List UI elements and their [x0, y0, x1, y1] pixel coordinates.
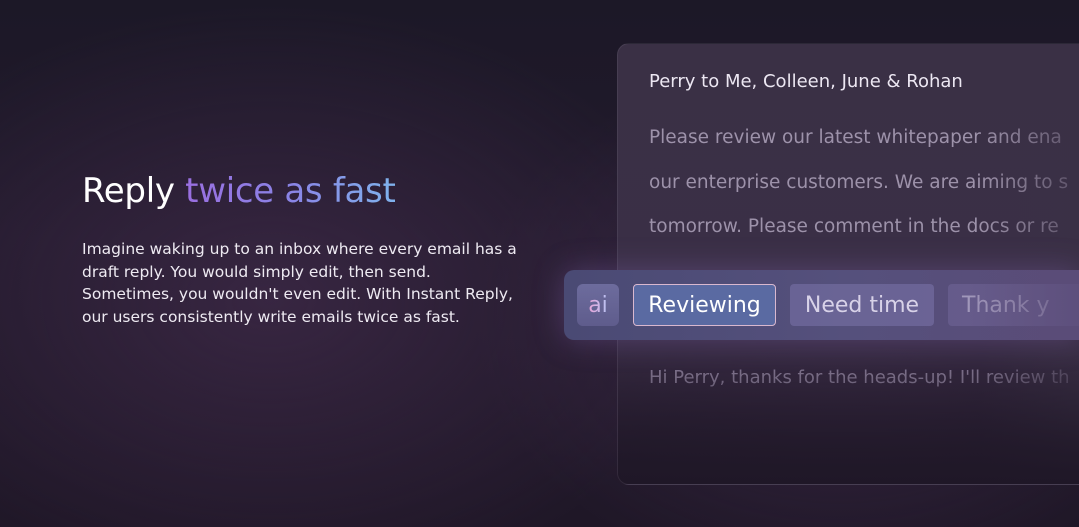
email-body-line-1: Please review our latest whitepaper and … [649, 127, 1062, 148]
headline-highlight: twice as fast [185, 171, 396, 211]
email-sender-line: Perry to Me, Colleen, June & Rohan [649, 71, 963, 92]
hero-description: Imagine waking up to an inbox where ever… [82, 240, 517, 326]
ai-badge-label: ai [588, 292, 608, 318]
draft-reply-text[interactable]: Hi Perry, thanks for the heads-up! I'll … [649, 367, 1070, 388]
headline: Reply twice as fast [82, 170, 396, 212]
card-fade-right [978, 44, 1079, 484]
suggestion-chip-need-time[interactable]: Need time [790, 284, 934, 326]
email-body-line-3: tomorrow. Please comment in the docs or … [649, 216, 1059, 237]
suggestion-chip-thank-you[interactable]: Thank y [948, 284, 1079, 326]
headline-plain: Reply [82, 171, 186, 211]
ai-icon: ai [577, 284, 619, 326]
suggestion-chip-reviewing[interactable]: Reviewing [633, 284, 776, 326]
reply-suggestion-bar: ai Reviewing Need time Thank y [564, 270, 1079, 340]
email-preview-card: Perry to Me, Colleen, June & Rohan Pleas… [617, 43, 1079, 485]
email-body-line-2: our enterprise customers. We are aiming … [649, 172, 1069, 193]
